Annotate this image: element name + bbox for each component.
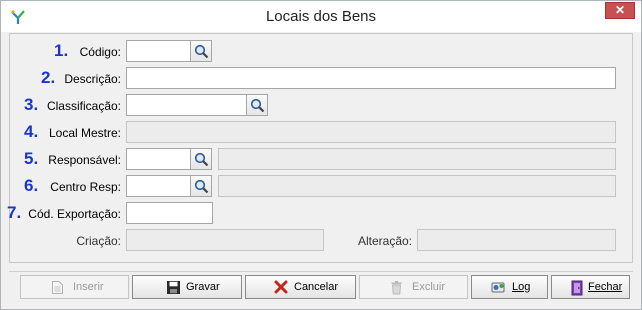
classificacao-lookup-button[interactable] <box>246 94 268 116</box>
excluir-label: Excluir <box>412 281 446 293</box>
dialog-window: Locais dos Bens ✕ 1. Código: 2. Descriçã… <box>0 0 642 310</box>
responsavel-lookup-button[interactable] <box>190 148 212 170</box>
responsavel-label: Responsável: <box>48 153 121 167</box>
alteracao-label: Alteração: <box>357 234 412 248</box>
new-document-icon <box>52 281 63 294</box>
search-icon <box>194 179 209 194</box>
close-button[interactable]: ✕ <box>605 2 635 19</box>
search-icon <box>250 98 265 113</box>
save-icon <box>167 281 180 294</box>
cancelar-label: Cancelar <box>294 281 339 293</box>
criacao-field <box>126 229 324 251</box>
codigo-lookup-button[interactable] <box>190 40 212 62</box>
exit-door-icon <box>571 280 583 296</box>
log-icon <box>491 282 505 293</box>
descricao-label: Descrição: <box>64 72 121 86</box>
close-icon: ✕ <box>614 3 626 17</box>
gravar-label: Gravar <box>186 281 220 293</box>
fechar-label: Fechar <box>588 281 623 293</box>
search-icon <box>194 152 209 167</box>
codigo-label: Código: <box>79 45 121 59</box>
cod-exportacao-input[interactable] <box>126 202 213 224</box>
alteracao-field <box>417 229 616 251</box>
centro-resp-description-field <box>218 175 616 197</box>
classificacao-input[interactable] <box>126 94 247 116</box>
responsavel-description-field <box>218 148 616 170</box>
local-mestre-field <box>126 121 616 143</box>
inserir-button[interactable]: Inserir <box>20 275 129 299</box>
log-label: Log <box>512 281 531 293</box>
cancel-icon <box>274 280 288 294</box>
responsavel-input[interactable] <box>126 148 191 170</box>
classificacao-label: Classificação: <box>46 99 121 113</box>
centro-resp-lookup-button[interactable] <box>190 175 212 197</box>
inserir-label: Inserir <box>73 281 104 293</box>
criacao-label: Criação: <box>76 234 121 248</box>
gravar-button[interactable]: Gravar <box>132 275 242 299</box>
cod-exportacao-label: Cód. Exportação: <box>28 207 121 221</box>
trash-icon <box>391 281 402 295</box>
search-icon <box>194 44 209 59</box>
fechar-button[interactable]: Fechar <box>551 275 630 299</box>
log-button[interactable]: Log <box>471 275 548 299</box>
codigo-input[interactable] <box>126 40 191 62</box>
centro-resp-input[interactable] <box>126 175 191 197</box>
window-title: Locais dos Bens <box>265 8 377 25</box>
centro-resp-label: Centro Resp: <box>50 180 121 194</box>
title-bar: Locais dos Bens ✕ <box>1 1 641 32</box>
descricao-input[interactable] <box>126 67 616 89</box>
excluir-button[interactable]: Excluir <box>359 275 468 299</box>
local-mestre-label: Local Mestre: <box>48 126 121 140</box>
cancelar-button[interactable]: Cancelar <box>245 275 356 299</box>
